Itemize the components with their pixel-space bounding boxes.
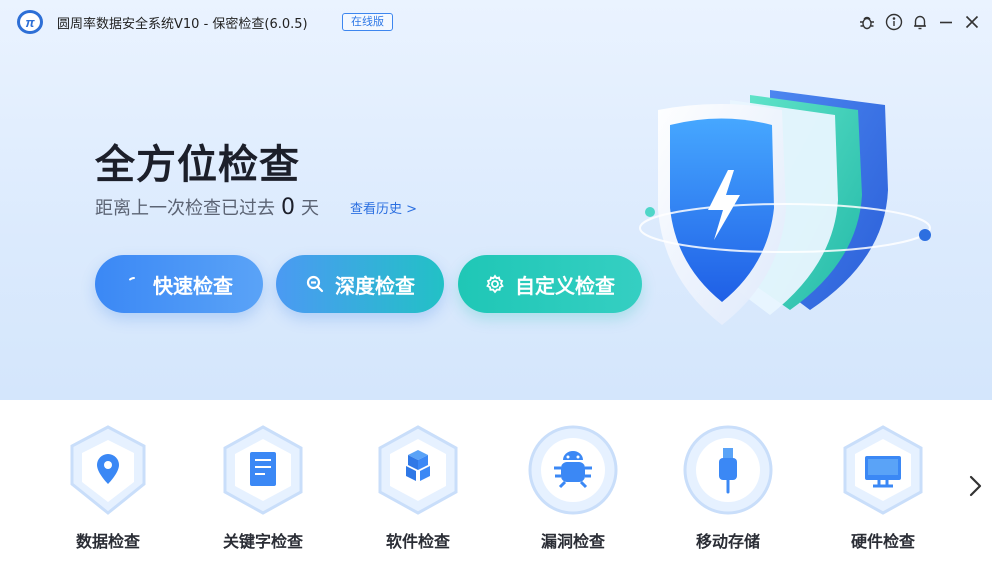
bug-icon (528, 425, 618, 515)
custom-scan-button[interactable]: 自定义检查 (458, 255, 642, 313)
svg-text:π: π (25, 15, 35, 30)
feature-label: 硬件检查 (850, 532, 915, 551)
feature-hardware-check[interactable]: 硬件检查 (823, 424, 943, 564)
last-scan-unit: 天 (301, 198, 319, 219)
shield-illustration (639, 90, 931, 325)
deep-scan-button[interactable]: 深度检查 (276, 255, 444, 313)
document-icon (223, 425, 303, 515)
spinner-icon (129, 276, 135, 281)
close-icon[interactable] (962, 12, 982, 32)
gear-icon (486, 274, 504, 294)
usb-icon (683, 425, 773, 515)
feature-label: 移动存储 (695, 532, 760, 551)
window-title: 圆周率数据安全系统V10 - 保密检查(6.0.5) (57, 17, 308, 32)
feature-label: 关键字检查 (222, 532, 303, 551)
bug-icon[interactable] (857, 12, 877, 32)
info-icon[interactable] (884, 12, 904, 32)
last-scan-prefix: 距离上一次检查已过去 (95, 198, 275, 219)
custom-scan-label: 自定义检查 (515, 273, 615, 298)
feature-software-check[interactable]: 软件检查 (358, 424, 478, 564)
minimize-icon[interactable] (936, 12, 956, 32)
quick-scan-button[interactable]: 快速检查 (95, 255, 263, 313)
feature-vulnerability-check[interactable]: 漏洞检查 (513, 424, 633, 564)
last-scan-info: 距离上一次检查已过去 0 天 (95, 194, 319, 220)
feature-data-check[interactable]: 数据检查 (48, 424, 168, 564)
hero-panel: π 圆周率数据安全系统V10 - 保密检查(6.0.5) 在线版 全方位检查 距… (0, 0, 992, 400)
deep-scan-label: 深度检查 (335, 273, 415, 298)
feature-label: 软件检查 (385, 532, 450, 551)
logo-icon: π (17, 10, 43, 34)
edition-badge: 在线版 (342, 13, 393, 31)
chevron-right-icon[interactable] (964, 472, 986, 500)
feature-label: 漏洞检查 (540, 532, 605, 551)
location-pin-icon (70, 425, 146, 515)
feature-label: 数据检查 (75, 532, 140, 551)
feature-removable-storage[interactable]: 移动存储 (668, 424, 788, 564)
title-bar: π 圆周率数据安全系统V10 - 保密检查(6.0.5) 在线版 (0, 0, 992, 44)
bell-icon[interactable] (910, 12, 930, 32)
feature-keyword-check[interactable]: 关键字检查 (203, 424, 323, 564)
search-icon (306, 275, 324, 293)
page-title: 全方位检查 (95, 142, 300, 188)
view-history-link[interactable]: 查看历史 > (350, 198, 417, 217)
quick-scan-label: 快速检查 (153, 273, 233, 298)
feature-bar: 数据检查 关键字检查 软件检查 漏洞检查 移动存储 硬件检查 (0, 400, 992, 574)
last-scan-days: 0 (281, 195, 295, 220)
cubes-icon (378, 425, 458, 515)
monitor-icon (843, 425, 923, 515)
